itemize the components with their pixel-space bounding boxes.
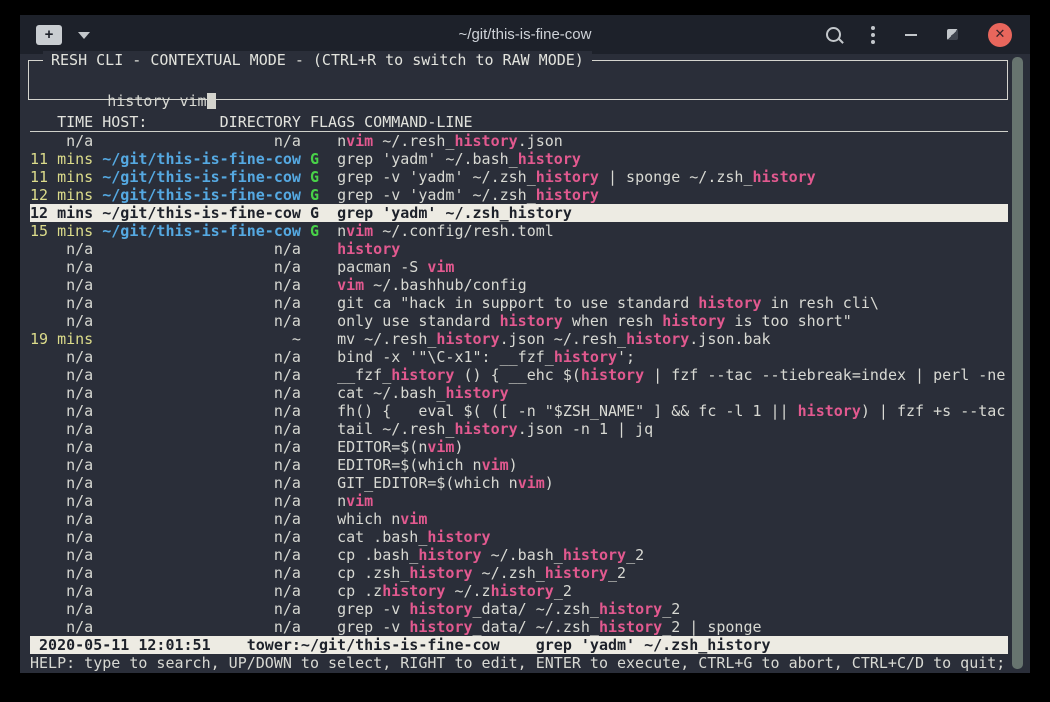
table-row: n/a n/a git ca "hack in support to use s… <box>30 294 1008 312</box>
search-query-input[interactable]: history vim <box>107 92 206 110</box>
table-header: TIME HOST: DIRECTORY FLAGS COMMAND-LINE <box>30 113 1008 132</box>
restore-button[interactable] <box>947 29 958 40</box>
table-row: n/a n/a which nvim <box>30 510 1008 528</box>
table-row: 11 mins ~/git/this-is-fine-cow G grep -v… <box>30 168 1008 186</box>
search-box-title: RESH CLI - CONTEXTUAL MODE - (CTRL+R to … <box>43 51 592 69</box>
menu-button[interactable] <box>871 26 875 44</box>
chevron-down-icon <box>78 32 90 39</box>
search-box[interactable]: RESH CLI - CONTEXTUAL MODE - (CTRL+R to … <box>28 60 1008 100</box>
table-row: n/a n/a cat .bash_history <box>30 528 1008 546</box>
table-row: n/a n/a bind -x '"\C-x1": __fzf_history'… <box>30 348 1008 366</box>
close-button[interactable]: ✕ <box>988 23 1012 47</box>
search-button[interactable] <box>826 27 841 42</box>
kebab-menu-icon <box>871 26 875 44</box>
terminal-window: + ~/git/this-is-fine-cow ✕ <box>20 15 1030 673</box>
table-row: n/a n/a EDITOR=$(nvim) <box>30 438 1008 456</box>
table-row: n/a n/a grep -v history_data/ ~/.zsh_his… <box>30 600 1008 618</box>
minimize-icon <box>905 34 917 36</box>
table-row: n/a n/a EDITOR=$(which nvim) <box>30 456 1008 474</box>
table-row-selected: 12 mins ~/git/this-is-fine-cow G grep 'y… <box>30 204 1008 222</box>
titlebar: + ~/git/this-is-fine-cow ✕ <box>20 15 1030 54</box>
status-bar: 2020-05-11 12:01:51 tower:~/git/this-is-… <box>30 636 1008 654</box>
terminal-content[interactable]: RESH CLI - CONTEXTUAL MODE - (CTRL+R to … <box>20 54 1030 673</box>
titlebar-left: + <box>20 25 90 45</box>
table-row: 19 mins ~ mv ~/.resh_history.json ~/.res… <box>30 330 1008 348</box>
table-row: n/a n/a history <box>30 240 1008 258</box>
table-row: n/a n/a cp .zhistory ~/.zhistory_2 <box>30 582 1008 600</box>
tab-dropdown-button[interactable] <box>78 27 90 42</box>
table-row: n/a n/a pacman -S vim <box>30 258 1008 276</box>
table-row: n/a n/a cat ~/.bash_history <box>30 384 1008 402</box>
close-icon: ✕ <box>995 28 1006 41</box>
new-tab-button[interactable]: + <box>36 25 62 45</box>
search-icon <box>826 27 841 42</box>
table-row: n/a n/a fh() { eval $( ([ -n "$ZSH_NAME"… <box>30 402 1008 420</box>
table-row: 11 mins ~/git/this-is-fine-cow G grep 'y… <box>30 150 1008 168</box>
table-row: n/a n/a vim ~/.bashhub/config <box>30 276 1008 294</box>
scrollbar[interactable] <box>1012 57 1023 669</box>
history-table: n/a n/a nvim ~/.resh_history.json11 mins… <box>30 132 1008 636</box>
table-row: n/a n/a tail ~/.resh_history.json -n 1 |… <box>30 420 1008 438</box>
table-row: n/a n/a nvim <box>30 492 1008 510</box>
table-row: n/a n/a GIT_EDITOR=$(which nvim) <box>30 474 1008 492</box>
help-line: HELP: type to search, UP/DOWN to select,… <box>30 654 1030 672</box>
table-row: n/a n/a cp .bash_history ~/.bash_history… <box>30 546 1008 564</box>
table-row: n/a n/a nvim ~/.resh_history.json <box>30 132 1008 150</box>
text-cursor <box>207 93 216 109</box>
table-row: n/a n/a only use standard history when r… <box>30 312 1008 330</box>
new-tab-icon: + <box>45 27 54 42</box>
titlebar-right: ✕ <box>826 23 1030 47</box>
table-row: 15 mins ~/git/this-is-fine-cow G nvim ~/… <box>30 222 1008 240</box>
table-row: n/a n/a cp .zsh_history ~/.zsh_history_2 <box>30 564 1008 582</box>
minimize-button[interactable] <box>905 34 917 36</box>
terminal-inner: RESH CLI - CONTEXTUAL MODE - (CTRL+R to … <box>20 54 1030 672</box>
table-row: 12 mins ~/git/this-is-fine-cow G grep -v… <box>30 186 1008 204</box>
table-row: n/a n/a grep -v history_data/ ~/.zsh_his… <box>30 618 1008 636</box>
table-row: n/a n/a __fzf_history () { __ehc $(histo… <box>30 366 1008 384</box>
restore-icon <box>947 29 958 40</box>
